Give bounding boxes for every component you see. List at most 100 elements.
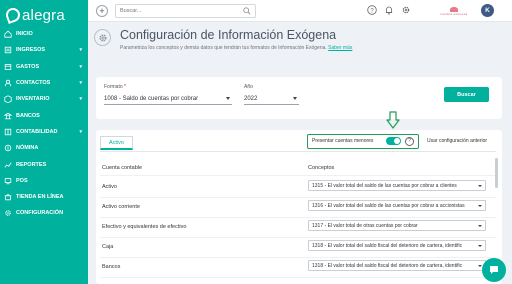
concepto-value: 1315 - El valor total del saldo de las c… [312,182,457,189]
table-row: Efectivo y equivalentes de efectivo 1317 … [96,218,502,238]
search-button[interactable]: Buscar [444,87,489,102]
svg-text:?: ? [370,8,374,14]
sidebar-item-label: REPORTES [16,161,47,168]
sidebar-item-gastos[interactable]: GASTOS ▾ [0,59,88,75]
sidebar-item-contactos[interactable]: CONTACTOS ▾ [0,75,88,91]
sidebar-item-label: INICIO [16,31,33,38]
store-icon [4,193,12,201]
cuenta-cell: Caja [102,244,114,250]
cuenta-cell: Efectivo y equivalentes de efectivo [102,224,187,230]
presentar-cuentas-label: Presentar cuentas menores [312,138,374,144]
sidebar-item-label: BANCOS [16,112,40,119]
table-row: Activo corriente 1316 - El valor total de… [96,198,502,218]
chevron-down-icon [478,245,482,247]
payroll-icon [4,144,12,152]
usar-configuracion-anterior-button[interactable]: Usar configuración anterior [427,138,487,144]
sidebar-item-pos[interactable]: POS [0,173,88,189]
help-icon[interactable]: ? [367,5,377,15]
formato-select[interactable]: 1008 - Saldo de cuentas por cobrar [104,94,232,105]
settings-icon [4,209,12,217]
concepto-select[interactable]: 1318 - El valor total del saldo fiscal d… [308,260,486,271]
help-icon[interactable]: ? [405,136,414,146]
anio-select[interactable]: 2022 [244,94,299,105]
chevron-down-icon: ▾ [79,80,82,87]
concepto-value: 1316 - El valor total del saldo de las c… [312,202,465,209]
chat-icon [490,266,498,274]
page-subtitle: Parametriza los conceptos y demás datos … [120,45,352,51]
cuenta-cell: Bancos [102,264,121,270]
sidebar-item-contabilidad[interactable]: CONTABILIDAD ▾ [0,124,88,140]
reports-icon [4,161,12,169]
alegra-logo[interactable]: alegra [4,6,65,24]
sidebar-nav: INICIO INGRESOS ▾ GASTOS ▾ CONTACTOS ▾ INVENTAR… [0,26,88,222]
chevron-down-icon: ▾ [79,47,82,54]
concepto-value: 1318 - El valor total del saldo fiscal d… [312,242,463,249]
filter-card: Formato * 1008 - Saldo de cuentas por co… [96,77,502,119]
annotation-arrow-icon [386,111,400,129]
sidebar-item-label: CONFIGURACIÓN [16,210,64,217]
sidebar-item-bancos[interactable]: BANCOS [0,107,88,123]
accounting-icon [4,128,12,136]
sidebar-item-reportes[interactable]: REPORTES [0,156,88,172]
bell-icon[interactable] [384,5,394,15]
avatar[interactable]: K [481,4,494,17]
tab-activo[interactable]: Activo [100,136,133,150]
sidebar-item-tienda-en-línea[interactable]: TIENDA EN LÍNEA [0,189,88,205]
gear-icon[interactable] [401,5,411,15]
sidebar-item-configuración[interactable]: CONFIGURACIÓN [0,205,88,221]
concepto-value: 1318 - El valor total del saldo fiscal d… [312,262,463,269]
sidebar-item-label: NÓMINA [16,145,39,152]
add-button[interactable]: + [96,5,108,17]
column-header-conceptos: Conceptos [308,165,335,171]
required-mark: * [124,84,126,90]
sidebar-item-nómina[interactable]: NÓMINA [0,140,88,156]
formato-value: 1008 - Saldo de cuentas por cobrar [104,96,199,102]
brand-name: alegra [22,6,65,24]
settings-gear-icon [94,29,111,46]
sidebar-item-label: POS [16,177,28,184]
chevron-down-icon: ▾ [79,96,82,103]
sidebar-item-label: CONTABILIDAD [16,128,58,135]
table-row: Caja 1318 - El valor total del saldo fisc… [96,238,502,258]
concepto-select[interactable]: 1315 - El valor total del saldo de las c… [308,180,486,191]
table-row: Activo 1315 - El valor total del saldo de… [96,178,502,198]
income-icon [4,46,12,54]
sidebar-item-label: CONTACTOS [16,80,51,87]
sidebar-item-label: INGRESOS [16,47,46,54]
inventory-icon [4,95,12,104]
chevron-down-icon [478,185,482,187]
anio-label: Año [244,84,253,90]
saber-mas-link[interactable]: Saber más [328,45,352,51]
pos-icon [4,177,12,185]
table-row: Bancos 1318 - El valor total del saldo fi… [96,258,502,278]
concepto-value: 1317 - El valor total de otras cuentas p… [312,222,418,229]
page-title: Configuración de Información Exógena [120,28,337,42]
cuenta-cell: Activo [102,184,117,190]
presentar-cuentas-toggle[interactable] [386,137,401,145]
accounts-table-card: Activo Presentar cuentas menores ? Usar … [96,130,502,284]
search-icon[interactable] [243,7,251,15]
concepto-select[interactable]: 1317 - El valor total de otras cuentas p… [308,220,486,231]
header-divider [100,175,496,176]
chevron-down-icon [293,97,297,100]
sidebar-item-ingresos[interactable]: INGRESOS ▾ [0,42,88,58]
chat-button[interactable] [482,258,506,282]
company-logo[interactable]: nombre empresa [428,5,480,17]
tab-divider [100,151,496,152]
formato-label: Formato * [104,84,126,90]
chevron-down-icon [226,97,230,100]
search-input[interactable] [115,4,256,18]
cuenta-cell: Activo corriente [102,204,140,210]
top-bar: + ? nombre empresa K [88,0,512,22]
sidebar: alegra INICIO INGRESOS ▾ GASTOS ▾ CONTACTOS ▾ I… [0,0,88,284]
sidebar-item-inventario[interactable]: INVENTARIO ▾ [0,91,88,107]
concepto-select[interactable]: 1316 - El valor total del saldo de las c… [308,200,486,211]
contacts-icon [4,79,12,87]
alegra-logo-icon [4,6,22,24]
formato-label-text: Formato [104,84,123,90]
column-header-cuenta: Cuenta contable [102,165,143,171]
sidebar-item-inicio[interactable]: INICIO [0,26,88,42]
concepto-select[interactable]: 1318 - El valor total del saldo fiscal d… [308,240,486,251]
sidebar-item-label: TIENDA EN LÍNEA [16,194,64,201]
company-name: nombre empresa [440,11,468,16]
